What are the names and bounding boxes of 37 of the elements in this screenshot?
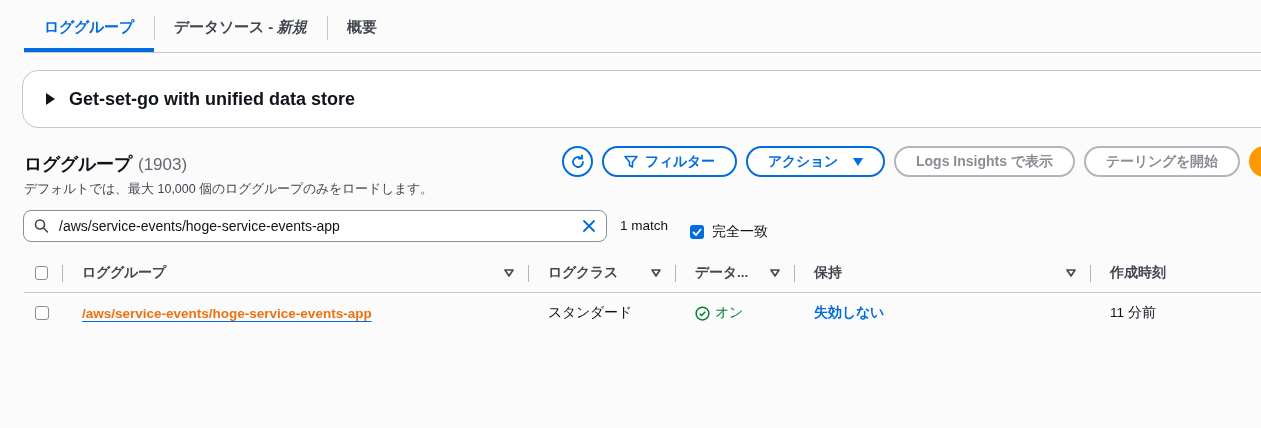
filter-icon bbox=[624, 154, 638, 169]
refresh-button[interactable] bbox=[562, 146, 593, 177]
exact-match-label: 完全一致 bbox=[712, 223, 769, 241]
expand-icon[interactable] bbox=[45, 93, 55, 105]
tab[interactable]: 概要 bbox=[327, 0, 398, 52]
select-all-checkbox[interactable] bbox=[35, 266, 48, 280]
retention-link[interactable]: 失効しない bbox=[814, 304, 884, 322]
row-checkbox[interactable] bbox=[35, 306, 49, 320]
caret-icon bbox=[853, 157, 863, 166]
search-field[interactable]: /aws/service-events/hoge-service-events-app bbox=[23, 210, 607, 242]
match-count: 1 match bbox=[620, 217, 669, 233]
sort-icon[interactable] bbox=[1066, 269, 1076, 277]
group-count: (1903) bbox=[138, 154, 188, 175]
column-header: ログクラス bbox=[548, 264, 619, 282]
tab[interactable]: ロググループ bbox=[24, 0, 154, 52]
sort-icon[interactable] bbox=[770, 269, 780, 277]
filter-button[interactable]: フィルター bbox=[602, 146, 737, 177]
actions-dropdown[interactable]: アクション bbox=[746, 146, 885, 177]
column-header: 保持 bbox=[814, 264, 843, 282]
column-header: データ... bbox=[695, 264, 750, 282]
close-icon[interactable] bbox=[582, 219, 596, 233]
column-header: ロググループ bbox=[82, 264, 168, 282]
exact-match-checkbox[interactable] bbox=[690, 225, 705, 239]
sort-icon[interactable] bbox=[651, 269, 661, 277]
sort-icon[interactable] bbox=[504, 269, 514, 277]
section-title: ロググループ bbox=[24, 152, 132, 176]
table-cell-text: 11 分前 bbox=[1109, 304, 1157, 322]
table-cell-text: スタンダード bbox=[547, 304, 633, 322]
search-icon bbox=[34, 218, 49, 234]
panel-title[interactable]: Get-set-go with unified data store bbox=[69, 88, 355, 110]
check-circle-icon bbox=[695, 305, 710, 321]
tab[interactable]: データソース - 新規 bbox=[154, 0, 328, 52]
log-group-link[interactable]: /aws/service-events/hoge-service-events-app bbox=[82, 305, 372, 321]
column-header: 作成時刻 bbox=[1110, 264, 1167, 282]
refresh-icon bbox=[569, 153, 586, 170]
section-description: デフォルトでは、最大 10,000 個のロググループのみをロードします。 bbox=[24, 181, 435, 198]
status-text: オン bbox=[715, 304, 743, 322]
